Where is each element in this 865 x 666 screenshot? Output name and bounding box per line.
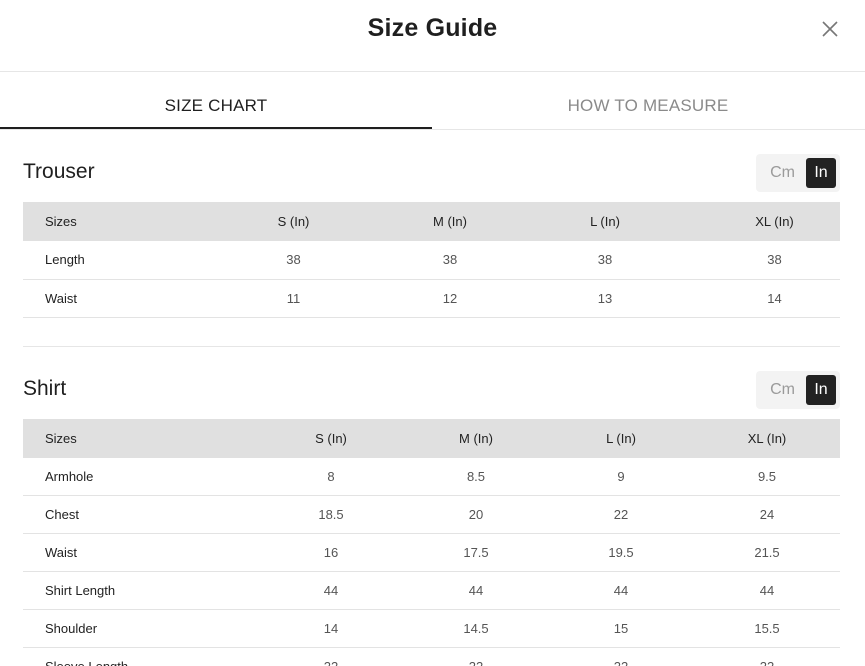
table-cell: 22 (694, 647, 840, 666)
column-header: L (In) (606, 430, 636, 446)
table-cell: 22 (258, 647, 404, 666)
table-cell: 18.5 (258, 495, 404, 534)
column-header: Sizes (45, 430, 77, 446)
table-header-row: Sizes S (In) M (In) L (In) XL (In) (23, 202, 840, 241)
table-cell: 14.5 (404, 609, 548, 648)
column-header: Sizes (45, 214, 77, 229)
unit-toggle: Cm In (756, 154, 840, 192)
section-header: Shirt Cm In (23, 369, 840, 419)
modal-title: Size Guide (367, 14, 498, 42)
table-cell: 38 (709, 241, 840, 280)
shirt-size-table: Sizes S (In) M (In) L (In) XL (In) Armho… (23, 418, 840, 666)
table-row: Length 38 38 38 38 (23, 241, 840, 280)
row-label: Chest (23, 495, 258, 534)
shirt-section: Shirt Cm In Sizes S (In) M (In) L (In) X… (0, 369, 865, 666)
table-cell: 13 (501, 279, 709, 318)
close-icon (822, 21, 838, 37)
column-header: M (In) (433, 214, 467, 229)
table-row: Shoulder 14 14.5 15 15.5 (23, 609, 840, 648)
table-cell: 44 (548, 571, 694, 610)
table-row: Shirt Length 44 44 44 44 (23, 571, 840, 610)
row-label: Length (23, 241, 188, 280)
table-cell: 44 (258, 571, 404, 610)
tab-how-to-measure[interactable]: HOW TO MEASURE (432, 72, 864, 129)
table-row: Waist 11 12 13 14 (23, 279, 840, 318)
table-cell: 22 (404, 647, 548, 666)
trouser-size-table: Sizes S (In) M (In) L (In) XL (In) Lengt… (23, 202, 840, 318)
table-cell: 9.5 (694, 457, 840, 496)
tab-size-chart[interactable]: SIZE CHART (0, 72, 432, 129)
table-cell: 38 (399, 241, 501, 280)
table-cell: 8.5 (404, 457, 548, 496)
unit-in-button[interactable]: In (806, 374, 836, 405)
table-cell: 16 (258, 533, 404, 572)
column-header: S (In) (277, 214, 310, 229)
table-cell: 17.5 (404, 533, 548, 572)
table-cell: 38 (501, 241, 709, 280)
table-cell: 19.5 (548, 533, 694, 572)
row-label: Sleeve Length (23, 647, 258, 666)
table-header-row: Sizes S (In) M (In) L (In) XL (In) (23, 418, 840, 458)
close-button[interactable] (821, 20, 839, 38)
unit-in-button[interactable]: In (806, 158, 836, 188)
column-header: S (In) (315, 430, 347, 446)
modal-header: Size Guide (0, 0, 865, 72)
table-cell: 22 (548, 495, 694, 534)
row-label: Shoulder (23, 609, 258, 648)
unit-toggle: Cm In (756, 370, 840, 409)
table-cell: 20 (404, 495, 548, 534)
table-cell: 9 (548, 457, 694, 496)
table-cell: 38 (188, 241, 399, 280)
column-header: XL (In) (747, 430, 787, 446)
row-label: Armhole (23, 457, 258, 496)
table-cell: 8 (258, 457, 404, 496)
trouser-section: Trouser Cm In Sizes S (In) M (In) L (In)… (0, 152, 865, 318)
tab-bar: SIZE CHART HOW TO MEASURE (0, 72, 865, 130)
table-row: Sleeve Length 22 22 22 22 (23, 647, 840, 666)
section-title: Shirt (23, 376, 67, 400)
column-header: M (In) (459, 430, 493, 446)
unit-cm-button[interactable]: Cm (770, 164, 795, 182)
table-cell: 44 (404, 571, 548, 610)
table-cell: 21.5 (694, 533, 840, 572)
section-divider (23, 345, 840, 347)
section-title: Trouser (23, 160, 95, 183)
unit-cm-button[interactable]: Cm (770, 381, 795, 399)
table-cell: 14 (258, 609, 404, 648)
row-label: Waist (23, 533, 258, 572)
table-cell: 12 (399, 279, 501, 318)
column-header: XL (In) (755, 214, 794, 229)
row-label: Shirt Length (23, 571, 258, 610)
row-label: Waist (23, 279, 188, 318)
table-row: Waist 16 17.5 19.5 21.5 (23, 533, 840, 572)
table-cell: 15 (548, 609, 694, 648)
table-cell: 24 (694, 495, 840, 534)
table-row: Chest 18.5 20 22 24 (23, 495, 840, 534)
table-cell: 44 (694, 571, 840, 610)
section-header: Trouser Cm In (23, 152, 840, 202)
column-header: L (In) (590, 214, 620, 229)
table-cell: 14 (709, 279, 840, 318)
size-guide-modal: Size Guide SIZE CHART HOW TO MEASURE Tro… (0, 0, 865, 666)
table-cell: 11 (188, 279, 399, 318)
table-cell: 15.5 (694, 609, 840, 648)
table-cell: 22 (548, 647, 694, 666)
table-row: Armhole 8 8.5 9 9.5 (23, 457, 840, 496)
